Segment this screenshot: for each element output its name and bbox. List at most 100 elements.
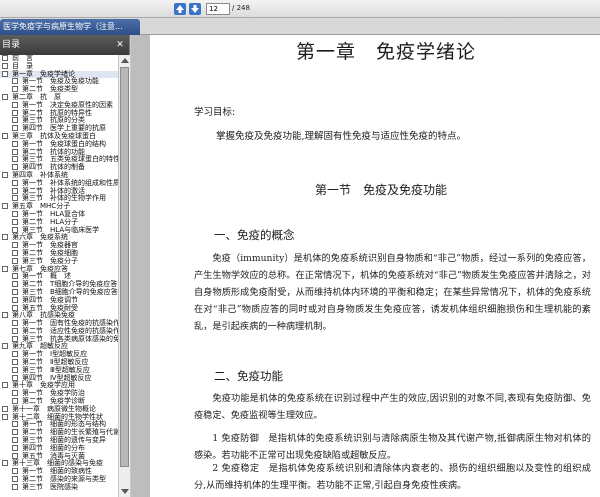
bookmark-label: 第三节 医院感染 — [22, 482, 78, 491]
bookmark-page-icon — [12, 164, 18, 171]
chapter-title: 第一章 免疫学绪论 — [296, 41, 477, 63]
sidebar-scrollbar[interactable] — [118, 55, 130, 497]
bookmark-page-icon — [2, 405, 8, 412]
bookmark-page-icon — [12, 296, 18, 303]
bookmark-page-icon — [12, 218, 18, 225]
bookmark-label: 第三节 免疫分子 — [22, 256, 78, 265]
bookmark-page-icon — [12, 359, 18, 366]
goal-text: 掌握免疫及免疫功能,理解固有性免疫与适应性免疫的特点。 — [216, 131, 467, 142]
bookmark-label: 第五章 MHC分子 — [12, 202, 71, 211]
bookmark-label: 第二节 T细胞介导的免疫应答 — [22, 280, 118, 289]
bookmark-label: 第一节 补体系统的组成和性质 — [22, 178, 118, 187]
bookmark-label: 第三节 B细胞介导的免疫应答 — [22, 287, 118, 296]
bookmark-label: 第四章 补体系统 — [12, 170, 68, 179]
bookmark-page-icon — [2, 55, 8, 61]
bookmark-label: 第二节 HLA分子 — [22, 217, 79, 226]
paragraph-concept: 免疫（immunity）是机体的免疫系统识别自身物质和“非己”物质，经过一系列的… — [194, 253, 591, 332]
bookmark-page-icon — [12, 109, 18, 116]
bookmark-page-icon — [12, 320, 18, 327]
bookmark-label: 第三节 Ⅲ型超敏反应 — [22, 365, 90, 374]
goal-label: 学习目标: — [194, 107, 236, 118]
bookmark-page-icon — [12, 86, 18, 93]
bookmark-page-icon — [12, 351, 18, 358]
close-icon[interactable]: ✕ — [115, 40, 125, 50]
bookmark-label: 第四节 抗体的制备 — [22, 163, 85, 172]
bookmark-page-icon — [12, 226, 18, 233]
bookmark-page-icon — [12, 374, 18, 381]
bookmark-page-icon — [2, 93, 8, 100]
bookmark-page-icon — [12, 483, 18, 490]
bookmark-page-icon — [2, 312, 8, 319]
bookmark-label: 第二节 适应性免疫的抗感染作用 — [22, 326, 118, 335]
bookmark-label: 第一节 决定免疫原性的因素 — [22, 100, 113, 109]
scroll-up-icon[interactable] — [121, 58, 129, 63]
heading-function: 二、免疫功能 — [214, 369, 283, 383]
bookmark-page-icon — [12, 117, 18, 124]
bookmark-label: 第四节 医学上重要的抗原 — [22, 124, 106, 133]
bookmark-label: 第一节 免疫器官 — [22, 241, 78, 250]
bookmark-page-icon — [12, 281, 18, 288]
paragraph-stability: 2 免疫稳定 是指机体免疫系统识别和清除体内衰老的、损伤的组织细胞以及变性的组织… — [194, 463, 591, 491]
arrow-up-icon — [176, 5, 184, 13]
prev-page-button[interactable] — [174, 3, 186, 15]
bookmark-page-icon — [12, 327, 18, 334]
bookmark-page-icon — [12, 179, 18, 186]
toolbar: / 248 — [0, 0, 600, 18]
bookmark-label: 第二节 感染的来源与类型 — [22, 475, 106, 484]
section-title: 第一节 免疫及免疫功能 — [315, 183, 448, 197]
bookmark-label: 第十一章 病原微生物概论 — [12, 404, 96, 413]
bookmark-page-icon — [2, 343, 8, 350]
bookmark-page-icon — [12, 148, 18, 155]
bookmark-page-icon — [2, 62, 8, 69]
bookmark-page-icon — [12, 421, 18, 428]
bookmark-label: 第一节 免疫球蛋白的结构 — [22, 139, 106, 148]
bookmark-page-icon — [2, 132, 8, 139]
bookmark-page-icon — [2, 460, 8, 467]
document-tab[interactable]: 医学免疫学与病原生物学（注意... — [0, 19, 140, 35]
sidebar-header: 目录 ✕ — [0, 35, 129, 55]
next-page-button[interactable] — [189, 3, 201, 15]
bookmark-page-icon — [12, 476, 18, 483]
bookmark-label: 第一节 HLA复合体 — [22, 209, 86, 218]
bookmark-page-icon — [12, 468, 18, 475]
bookmark-item[interactable]: 第三节 医院感染 — [0, 482, 118, 492]
bookmark-page-icon — [12, 249, 18, 256]
arrow-down-icon — [191, 5, 199, 13]
bookmark-page-icon — [2, 234, 8, 241]
bookmark-label: 第二节 免疫学诊断 — [22, 397, 85, 406]
bookmark-page-icon — [12, 78, 18, 85]
bookmark-page-icon — [12, 101, 18, 108]
page-gutter — [131, 35, 150, 497]
bookmark-page-icon — [12, 366, 18, 373]
bookmark-page-icon — [2, 382, 8, 389]
bookmark-page-icon — [12, 210, 18, 217]
bookmark-tree: 前 言目 录第一章 免疫学绪论 第一节 免疫及免疫功能 第二节 免疫类型 第二章 抗 … — [0, 55, 118, 497]
bookmark-label: 第三章 抗体及免疫球蛋白 — [12, 131, 96, 140]
bookmark-page-icon — [12, 429, 18, 436]
bookmark-page-icon — [12, 437, 18, 444]
bookmark-page-icon — [12, 242, 18, 249]
heading-concept: 一、免疫的概念 — [214, 228, 295, 242]
bookmark-page-icon — [2, 413, 8, 420]
tab-bar: 医学免疫学与病原生物学（注意... — [0, 18, 600, 35]
bookmark-page-icon — [12, 140, 18, 147]
bookmark-page-icon — [12, 195, 18, 202]
bookmark-label: 第二节 免疫细胞 — [22, 248, 78, 257]
scroll-down-icon[interactable] — [121, 489, 129, 494]
document-page: 第一章 免疫学绪论 学习目标: 掌握免疫及免疫功能,理解固有性免疫与适应性免疫的… — [150, 35, 600, 497]
scrollbar-thumb[interactable] — [120, 67, 129, 467]
bookmark-page-icon — [12, 444, 18, 451]
bookmark-page-icon — [12, 304, 18, 311]
bookmarks-sidebar: 目录 ✕ 前 言目 录第一章 免疫学绪论 第一节 免疫及免疫功能 第二节 免疫类型第… — [0, 35, 130, 497]
bookmark-page-icon — [12, 273, 18, 280]
page-total: / 248 — [232, 4, 250, 12]
paragraph-defense: 1 免疫防御 是指机体的免疫系统识别与清除病原生物及其代谢产物,抵御病原生物对机… — [194, 433, 591, 461]
bookmark-label: 第一节 固有性免疫的抗感染作用 — [22, 319, 118, 328]
bookmark-page-icon — [2, 203, 8, 210]
bookmark-page-icon — [12, 125, 18, 132]
bookmark-label: 第二节 Ⅱ型超敏反应 — [22, 358, 89, 367]
bookmark-page-icon — [12, 390, 18, 397]
bookmark-label: 第四节 免疫调节 — [22, 295, 78, 304]
bookmark-page-icon — [12, 288, 18, 295]
page-number-input[interactable] — [206, 3, 230, 15]
